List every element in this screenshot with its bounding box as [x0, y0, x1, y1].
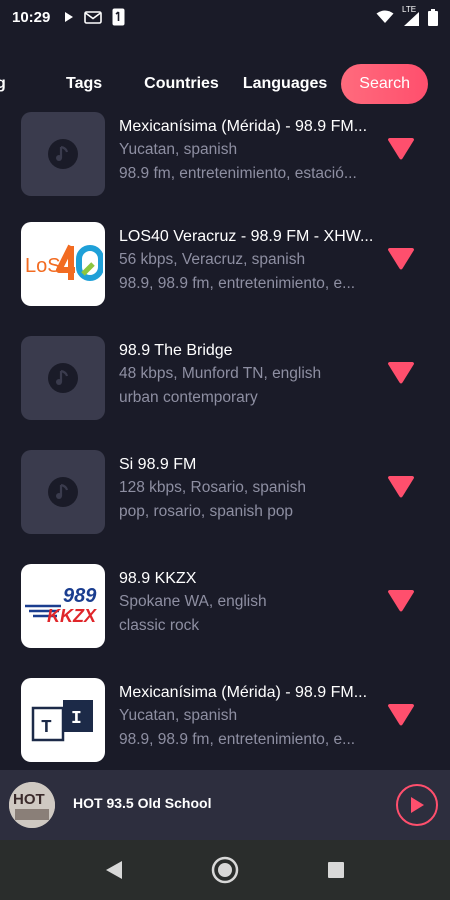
station-details: 48 kbps, Munford TN, english [119, 365, 322, 382]
category-tabs: g Tags Countries Languages Search [0, 60, 450, 108]
svg-text:LoS: LoS [25, 255, 61, 277]
station-tags: classic rock [119, 617, 200, 634]
recents-button[interactable] [306, 840, 366, 900]
station-info: 98.9 KKZX Spokane WA, english classic ro… [119, 568, 384, 638]
system-nav-bar [0, 840, 450, 900]
station-tags: urban contemporary [119, 389, 258, 406]
tab-tags[interactable]: Tags [54, 64, 114, 104]
back-icon [106, 861, 122, 879]
tab-search[interactable]: Search [341, 64, 428, 104]
station-logo: LoS [21, 222, 105, 306]
station-details: Spokane WA, english [119, 593, 267, 610]
favorite-heart-icon[interactable] [388, 704, 414, 726]
kkzx-logo: 989 KKZX [25, 585, 97, 626]
svg-text:I: I [71, 709, 82, 729]
tab-languages[interactable]: Languages [231, 64, 339, 104]
station-title: LOS40 Veracruz - 98.9 FM - XHW... [119, 228, 374, 245]
favorite-heart-icon[interactable] [388, 248, 414, 270]
station-details: Yucatan, spanish [119, 141, 238, 158]
wifi-icon [376, 10, 394, 23]
station-item[interactable]: Mexicanísima (Mérida) - 98.9 FM... Yucat… [0, 112, 450, 226]
svg-text:KKZX: KKZX [47, 606, 97, 626]
status-bar: 10:29 LTE [0, 0, 450, 34]
los40-logo: LoS [25, 244, 103, 281]
station-title: Si 98.9 FM [119, 456, 197, 473]
station-logo [21, 336, 105, 420]
mini-player[interactable]: HOT HOT 93.5 Old School [0, 770, 450, 840]
status-time: 10:29 [12, 8, 51, 26]
station-info: Si 98.9 FM 128 kbps, Rosario, spanish po… [119, 454, 384, 524]
system-icons: LTE [376, 5, 438, 26]
ti-logo: T I [31, 700, 93, 742]
station-details: 128 kbps, Rosario, spanish [119, 479, 306, 496]
play-notification-icon [65, 12, 74, 22]
favorite-heart-icon[interactable] [388, 138, 414, 160]
play-button[interactable] [396, 784, 438, 826]
station-tags: 98.9, 98.9 fm, entretenimiento, e... [119, 731, 356, 748]
station-title: Mexicanísima (Mérida) - 98.9 FM... [119, 684, 368, 701]
tab-countries[interactable]: Countries [132, 64, 231, 104]
station-list[interactable]: Mexicanísima (Mérida) - 98.9 FM... Yucat… [0, 108, 450, 770]
station-tags: pop, rosario, spanish pop [119, 503, 294, 520]
music-note-icon [48, 477, 78, 507]
svg-text:T: T [41, 718, 52, 738]
back-button[interactable] [84, 840, 144, 900]
station-logo: 989 KKZX [21, 564, 105, 648]
station-info: LOS40 Veracruz - 98.9 FM - XHW... 56 kbp… [119, 226, 384, 296]
favorite-heart-icon[interactable] [388, 590, 414, 612]
recents-icon [328, 862, 344, 878]
music-note-icon [48, 139, 78, 169]
battery-icon [428, 8, 438, 26]
station-tags: 98.9 fm, entretenimiento, estació... [119, 165, 357, 182]
favorite-heart-icon[interactable] [388, 362, 414, 384]
station-info: Mexicanísima (Mérida) - 98.9 FM... Yucat… [119, 116, 384, 186]
station-title: 98.9 KKZX [119, 570, 197, 587]
station-info: 98.9 The Bridge 48 kbps, Munford TN, eng… [119, 340, 384, 410]
play-icon [411, 797, 424, 813]
station-title: 98.9 The Bridge [119, 342, 233, 359]
now-playing-title: HOT 93.5 Old School [73, 795, 212, 811]
app-notification-icon [112, 8, 125, 26]
station-item[interactable]: 989 KKZX 98.9 KKZX Spokane WA, english c… [0, 564, 450, 678]
home-icon [211, 856, 239, 884]
station-title: Mexicanísima (Mérida) - 98.9 FM... [119, 118, 368, 135]
home-button[interactable] [195, 840, 255, 900]
station-logo [21, 450, 105, 534]
station-item[interactable]: 98.9 The Bridge 48 kbps, Munford TN, eng… [0, 336, 450, 450]
music-note-icon [48, 363, 78, 393]
station-details: 56 kbps, Veracruz, spanish [119, 251, 306, 268]
hot-logo: HOT [9, 782, 55, 828]
station-logo: T I [21, 678, 105, 762]
cell-signal-icon: LTE [402, 5, 420, 26]
tab-partial[interactable]: g [0, 64, 24, 104]
station-item[interactable]: Si 98.9 FM 128 kbps, Rosario, spanish po… [0, 450, 450, 564]
station-tags: 98.9, 98.9 fm, entretenimiento, e... [119, 275, 356, 292]
email-notification-icon [84, 11, 103, 24]
favorite-heart-icon[interactable] [388, 476, 414, 498]
station-item[interactable]: T I Mexicanísima (Mérida) - 98.9 FM... Y… [0, 678, 450, 770]
station-logo [21, 112, 105, 196]
svg-text:HOT: HOT [13, 791, 45, 808]
svg-text:989: 989 [63, 585, 97, 607]
notification-icons [64, 8, 125, 26]
station-details: Yucatan, spanish [119, 707, 238, 724]
station-info: Mexicanísima (Mérida) - 98.9 FM... Yucat… [119, 682, 384, 752]
station-item[interactable]: LoS LOS40 Veracruz - 98.9 FM - XHW... 56… [0, 222, 450, 336]
now-playing-artwork: HOT [9, 782, 55, 828]
